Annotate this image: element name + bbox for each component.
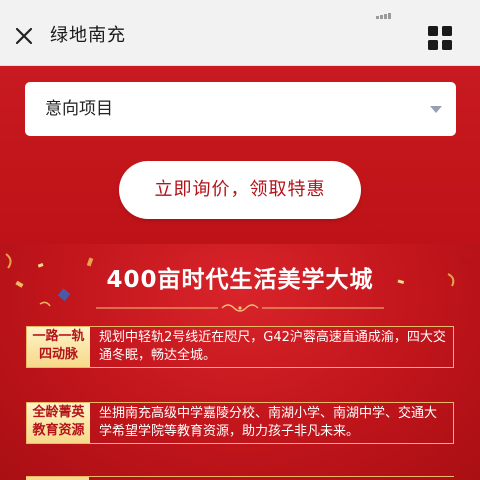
feature-label: 全龄菁英 教育资源 (27, 403, 90, 443)
page-title: 绿地南充 (50, 25, 126, 46)
project-select[interactable]: 意向项目 (25, 82, 456, 136)
promo-title: 400亩时代生活美学大城 (106, 267, 374, 293)
caret-down-icon (430, 106, 442, 113)
feature-label: 一路一轨 四动脉 (27, 327, 90, 367)
grid-menu-button[interactable] (426, 24, 454, 52)
close-icon (15, 27, 33, 45)
project-select-value: 意向项目 (45, 99, 113, 119)
feature-education: 全龄菁英 教育资源 坐拥南充高级中学嘉陵分校、南湖小学、南湖中学、交通大学希望学… (26, 402, 454, 444)
signal-icon (376, 0, 392, 19)
inquire-button[interactable]: 立即询价，领取特惠 (119, 161, 361, 219)
feature-text: 坐拥南充高级中学嘉陵分校、南湖小学、南湖中学、交通大学希望学院等教育资源，助力孩… (99, 406, 438, 439)
grid-menu-icon (428, 26, 452, 50)
close-button[interactable] (10, 22, 38, 50)
feature-partial (26, 476, 454, 480)
ornament-divider (96, 304, 384, 312)
feature-text: 规划中轻轨2号线近在咫尺，G42沪蓉高速直通成渝，四大交通冬眠，畅达全城。 (99, 330, 446, 363)
promo-section: 400亩时代生活美学大城 一路一轨 四动脉 规划中轻轨2号线近在咫尺，G42沪蓉… (0, 244, 480, 480)
top-nav-bar: 绿地南充 (0, 0, 480, 66)
inquiry-form: 意向项目 立即询价，领取特惠 (0, 66, 480, 244)
page: 绿地南充 意向项目 立即询价，领取特惠 400亩时代生活美学大城 一路一轨 四动… (0, 0, 480, 480)
feature-transport: 一路一轨 四动脉 规划中轻轨2号线近在咫尺，G42沪蓉高速直通成渝，四大交通冬眠… (26, 326, 454, 368)
